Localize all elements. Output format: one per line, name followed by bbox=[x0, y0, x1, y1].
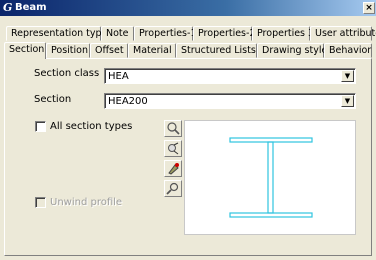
section-label: Section bbox=[34, 94, 72, 105]
pan-button[interactable] bbox=[164, 160, 182, 177]
measure-button[interactable] bbox=[164, 180, 182, 197]
chevron-down-icon[interactable]: ▼ bbox=[341, 70, 354, 82]
chevron-down-icon[interactable]: ▼ bbox=[341, 95, 354, 107]
bottom-flange bbox=[229, 212, 313, 218]
all-section-types-label: All section types bbox=[50, 121, 133, 132]
measure-icon bbox=[166, 182, 179, 195]
top-flange bbox=[229, 137, 313, 143]
beam-section-drawing bbox=[229, 137, 313, 218]
zoom-in-button[interactable] bbox=[164, 120, 182, 137]
unwind-profile-checkbox bbox=[35, 197, 46, 208]
zoom-out-button[interactable] bbox=[164, 140, 182, 157]
section-class-select[interactable]: HEA ▼ bbox=[104, 68, 356, 84]
section-value: HEA200 bbox=[108, 96, 148, 107]
web bbox=[267, 141, 274, 214]
zoom-out-icon bbox=[168, 142, 179, 155]
section-preview bbox=[184, 120, 356, 235]
all-section-types-checkbox[interactable] bbox=[35, 121, 46, 132]
section-select[interactable]: HEA200 ▼ bbox=[104, 93, 356, 109]
pan-icon bbox=[168, 163, 179, 175]
zoom-in-icon bbox=[167, 122, 180, 135]
unwind-profile-label: Unwind profile bbox=[50, 197, 123, 208]
section-class-value: HEA bbox=[108, 71, 129, 82]
section-class-label: Section class bbox=[34, 68, 100, 79]
